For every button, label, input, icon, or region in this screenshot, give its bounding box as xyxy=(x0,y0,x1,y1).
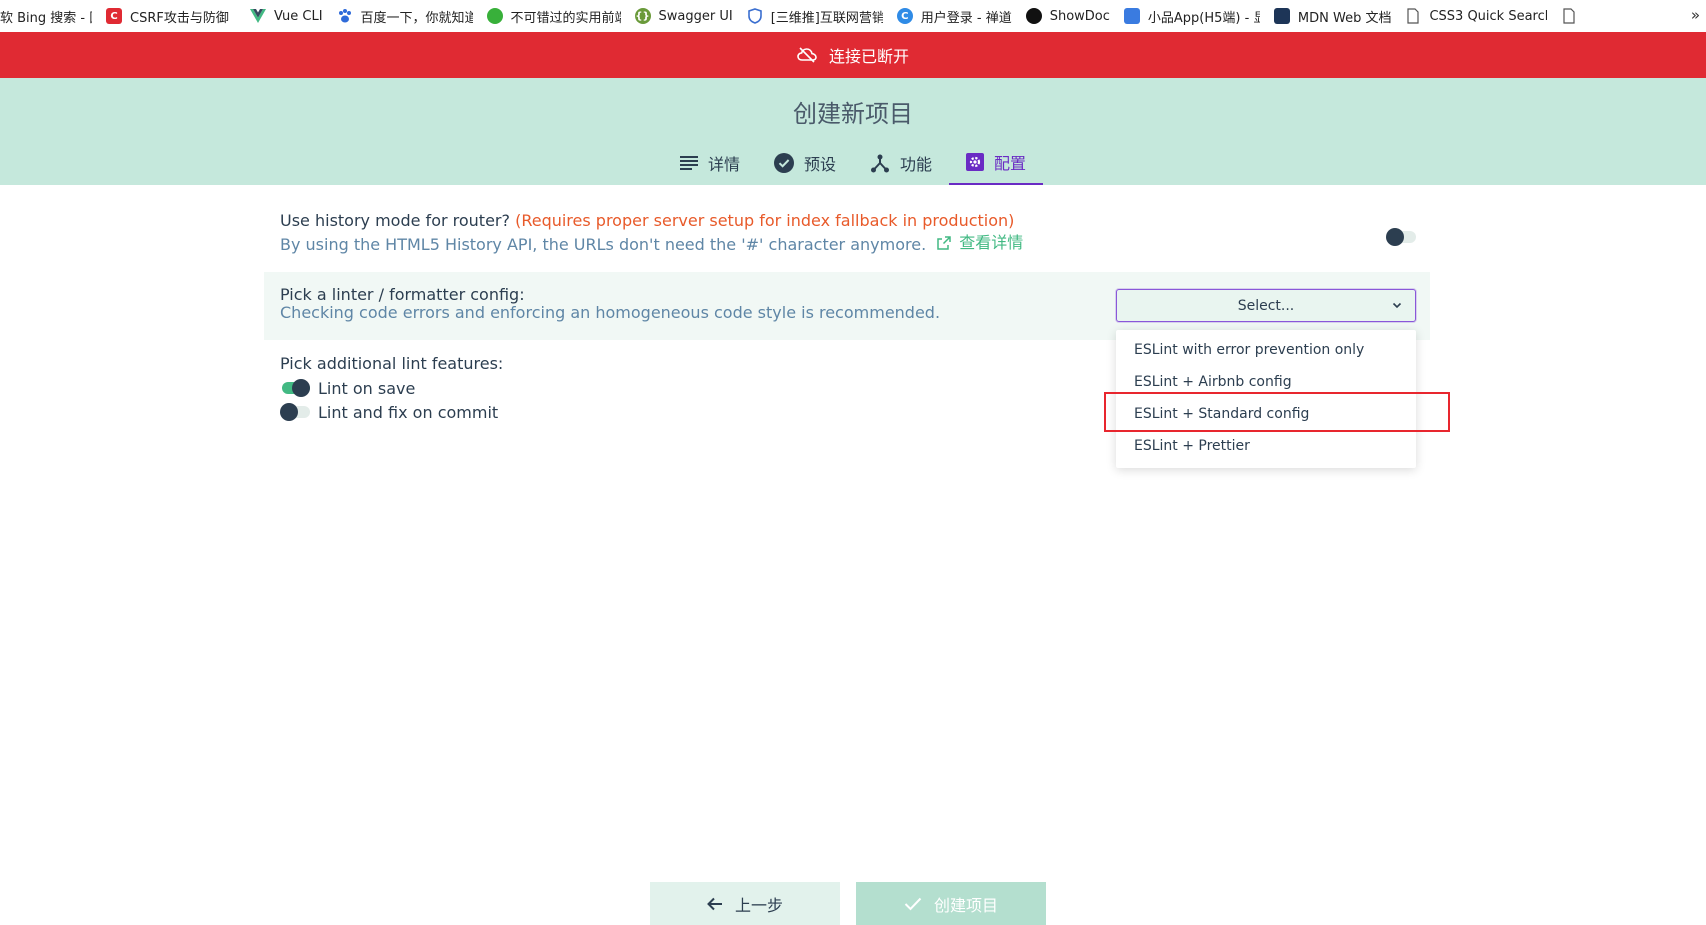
lint-on-save-toggle[interactable] xyxy=(280,379,310,397)
history-mode-prompt[interactable]: Use history mode for router? (Requires p… xyxy=(264,210,1430,272)
history-mode-toggle[interactable] xyxy=(1386,228,1416,246)
app-icon xyxy=(1123,8,1140,24)
bookmarks-bar: 软 Bing 搜索 - 国 C CSRF攻击与防御（写 Vue CLI 百度一下… xyxy=(0,0,1706,32)
button-label: 上一步 xyxy=(734,895,783,915)
bookmark-label: CSS3 Quick Search xyxy=(1429,8,1548,24)
connection-banner: 连接已断开 xyxy=(0,32,1706,78)
bookmark-css3[interactable]: CSS3 Quick Search xyxy=(1399,0,1555,32)
lint-fix-on-commit-option[interactable]: Lint and fix on commit xyxy=(280,400,848,424)
bookmark-frontend[interactable]: 不可错过的实用前端 xyxy=(481,0,629,32)
bookmark-blank[interactable] xyxy=(1555,0,1593,32)
page-icon xyxy=(1561,8,1577,24)
prompt-description: By using the HTML5 History API, the URLs… xyxy=(280,232,1414,256)
option-label: Lint on save xyxy=(318,378,416,398)
bookmark-label: 用户登录 - 禅道 xyxy=(920,10,1012,26)
toggle-knob xyxy=(292,379,310,397)
bookmark-label: 软 Bing 搜索 - 国 xyxy=(0,10,92,26)
more-info-link[interactable]: 查看详情 xyxy=(937,232,1023,254)
baidu-icon xyxy=(337,8,353,24)
dropdown-option[interactable]: ESLint + Prettier xyxy=(1116,430,1416,462)
list-icon xyxy=(679,155,698,170)
step-tabs: 详情 预设 功能 配置 xyxy=(0,140,1706,185)
highlight-annotation xyxy=(1104,392,1450,432)
bookmark-baidu[interactable]: 百度一下，你就知道 xyxy=(331,0,481,32)
lint-features-prompt: Pick additional lint features: Lint on s… xyxy=(264,352,864,424)
bookmark-bing[interactable]: 软 Bing 搜索 - 国 xyxy=(0,0,100,32)
prompt-title: Use history mode for router? (Requires p… xyxy=(280,210,1414,232)
more-info-label: 查看详情 xyxy=(959,233,1024,252)
tab-features[interactable]: 功能 xyxy=(853,140,949,185)
tab-label: 功能 xyxy=(900,154,933,174)
lint-on-save-option[interactable]: Lint on save xyxy=(280,376,848,400)
bookmark-vue-cli[interactable]: Vue CLI xyxy=(244,0,331,32)
settings-box-icon xyxy=(966,152,985,171)
page-header: 创建新项目 详情 预设 功能 配置 xyxy=(0,78,1706,185)
mdn-icon xyxy=(1273,8,1290,24)
cloud-off-icon xyxy=(797,47,817,63)
prompt-title: Pick additional lint features: xyxy=(280,354,504,373)
prompt-warning: (Requires proper server setup for index … xyxy=(515,211,1015,230)
tab-config[interactable]: 配置 xyxy=(949,140,1044,185)
bookmark-label: 不可错过的实用前端 xyxy=(510,10,621,26)
prompt-question: Use history mode for router? xyxy=(280,211,510,230)
bookmark-mdn[interactable]: MDN Web 文档 xyxy=(1268,0,1400,32)
bookmark-label: Vue CLI xyxy=(274,8,323,24)
bookmark-label: CSRF攻击与防御（写 xyxy=(130,10,236,26)
bookmark-label: 百度一下，你就知道 xyxy=(360,10,473,26)
bookmark-zentao[interactable]: C 用户登录 - 禅道 xyxy=(891,0,1020,32)
previous-step-button[interactable]: 上一步 xyxy=(650,882,840,925)
shield-icon xyxy=(747,8,763,24)
page-icon xyxy=(1405,8,1421,24)
bookmark-label: ShowDoc xyxy=(1049,8,1110,24)
tab-details[interactable]: 详情 xyxy=(663,140,757,185)
button-label: 创建项目 xyxy=(933,895,998,915)
bookmark-showdoc[interactable]: ShowDoc xyxy=(1020,0,1118,32)
bookmark-sanweitui[interactable]: [三维推]互联网营销 xyxy=(741,0,891,32)
external-link-icon xyxy=(937,236,952,250)
banner-text: 连接已断开 xyxy=(828,47,909,66)
prompt-description-text: By using the HTML5 History API, the URLs… xyxy=(280,235,927,254)
dropdown-option[interactable]: ESLint with error prevention only xyxy=(1116,334,1416,366)
bookmark-csrf[interactable]: C CSRF攻击与防御（写 xyxy=(100,0,244,32)
fork-icon xyxy=(871,154,889,172)
bookmark-label: 小品App(H5端) - 显 xyxy=(1147,10,1260,26)
tab-label: 预设 xyxy=(803,154,836,174)
page-title: 创建新项目 xyxy=(793,100,913,128)
zentao-icon: C xyxy=(896,8,913,24)
select-value: Select... xyxy=(1237,297,1295,314)
chevron-down-icon xyxy=(1392,302,1402,309)
bookmark-label: [三维推]互联网营销 xyxy=(770,10,883,26)
bookmark-label: MDN Web 文档 xyxy=(1297,10,1392,26)
option-label: Lint and fix on commit xyxy=(318,402,499,422)
create-project-button[interactable]: 创建项目 xyxy=(856,882,1046,925)
bookmark-label: Swagger UI xyxy=(658,8,733,24)
linter-select[interactable]: Select... xyxy=(1116,289,1416,322)
arrow-left-icon xyxy=(707,897,722,910)
tab-label: 详情 xyxy=(707,154,740,174)
bookmark-swagger[interactable]: {} Swagger UI xyxy=(629,0,741,32)
lint-fix-on-commit-toggle[interactable] xyxy=(280,403,310,421)
vue-icon xyxy=(250,8,266,24)
tab-label: 配置 xyxy=(994,153,1027,173)
csrf-icon: C xyxy=(106,8,122,24)
wechat-icon xyxy=(486,8,503,24)
bookmark-xiaopin[interactable]: 小品App(H5端) - 显 xyxy=(1118,0,1268,32)
swagger-icon: {} xyxy=(634,8,651,24)
showdoc-icon xyxy=(1025,8,1042,24)
toggle-knob xyxy=(280,403,298,421)
bookmarks-overflow-button[interactable]: » xyxy=(1684,0,1700,32)
check-circle-icon xyxy=(773,152,794,173)
toggle-knob xyxy=(1386,228,1404,246)
tab-presets[interactable]: 预设 xyxy=(757,140,853,185)
check-icon xyxy=(904,897,922,910)
